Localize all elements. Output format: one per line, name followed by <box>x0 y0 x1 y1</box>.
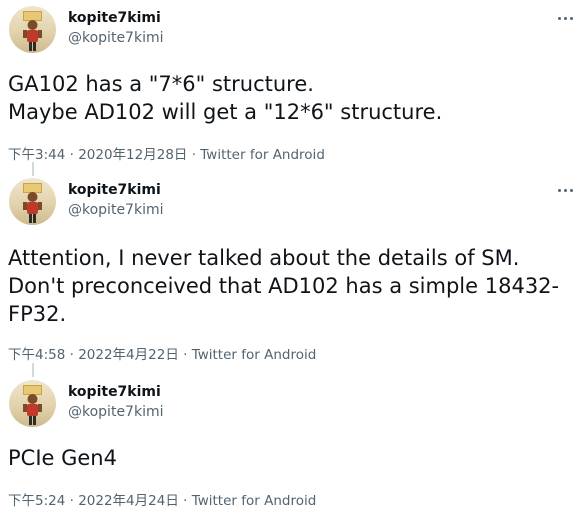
tweet-source: Twitter for Android <box>191 347 317 363</box>
tweet-meta: 下午4:58 · 2022年4月22日 · Twitter for Androi… <box>8 343 316 363</box>
tweet-source: Twitter for Android <box>191 493 317 509</box>
user-handle[interactable]: @kopite7kimi <box>68 404 163 420</box>
more-horizontal-icon[interactable] <box>556 184 574 196</box>
tweet-time[interactable]: 下午5:24 <box>8 493 65 509</box>
separator: · <box>187 147 201 163</box>
tweet-text: PCIe Gen4 <box>8 446 117 470</box>
separator: · <box>65 493 79 509</box>
avatar[interactable] <box>9 6 56 53</box>
user-handle[interactable]: @kopite7kimi <box>68 202 163 218</box>
more-horizontal-icon[interactable] <box>556 12 574 24</box>
tweet-source: Twitter for Android <box>200 147 325 163</box>
user-handle[interactable]: @kopite7kimi <box>68 30 163 46</box>
avatar[interactable] <box>9 178 56 225</box>
display-name[interactable]: kopite7kimi <box>68 10 161 26</box>
separator: · <box>178 347 192 363</box>
thread-connector <box>32 162 34 176</box>
tweet-date[interactable]: 2022年4月22日 <box>78 347 179 363</box>
tweet-date[interactable]: 2022年4月24日 <box>78 493 179 509</box>
tweet-date[interactable]: 2020年12月28日 <box>78 147 187 163</box>
tweet-meta: 下午3:44 · 2020年12月28日 · Twitter for Andro… <box>8 143 325 163</box>
tweet-text: GA102 has a "7*6" structure. Maybe AD102… <box>8 72 443 124</box>
avatar[interactable] <box>9 380 56 427</box>
tweet-meta: 下午5:24 · 2022年4月24日 · Twitter for Androi… <box>8 489 316 509</box>
tweet-time[interactable]: 下午3:44 <box>8 147 65 163</box>
display-name[interactable]: kopite7kimi <box>68 182 161 198</box>
separator: · <box>65 147 79 163</box>
tweet-text: Attention, I never talked about the deta… <box>8 246 560 326</box>
separator: · <box>178 493 192 509</box>
display-name[interactable]: kopite7kimi <box>68 384 161 400</box>
thread-connector <box>32 363 34 377</box>
separator: · <box>65 347 79 363</box>
tweet-time[interactable]: 下午4:58 <box>8 347 65 363</box>
